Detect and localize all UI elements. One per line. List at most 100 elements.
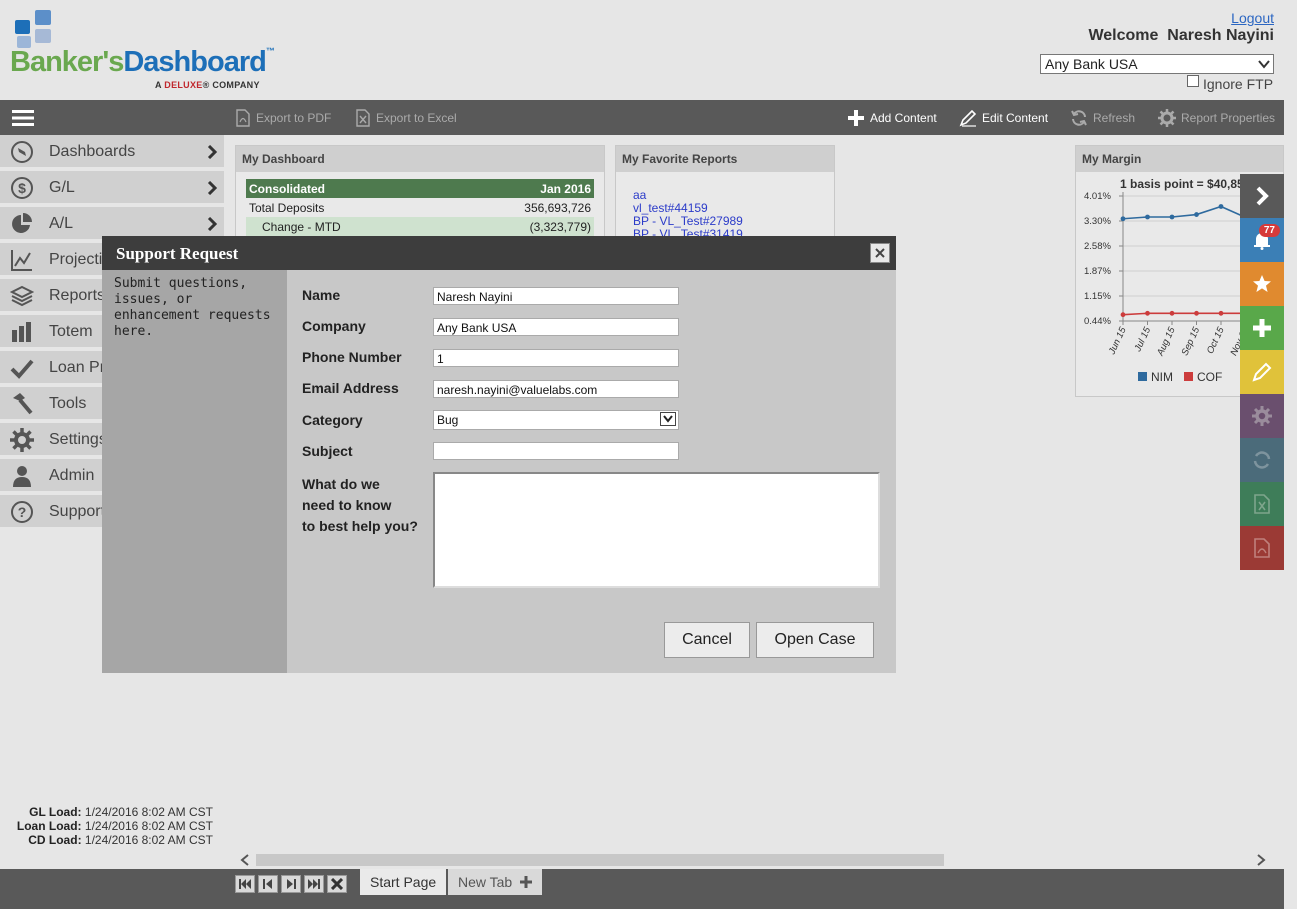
data-point-cof: [1120, 312, 1126, 318]
sidebar-item-label: G/L: [49, 179, 75, 196]
prev-tab-button[interactable]: [258, 875, 278, 893]
last-icon: [308, 879, 320, 889]
data-point-cof: [1218, 310, 1224, 316]
hamburger-menu-icon[interactable]: [12, 110, 34, 126]
add-button[interactable]: [1240, 306, 1284, 350]
export-pdf-button[interactable]: Export to PDF: [235, 100, 331, 135]
logo: Banker'sDashboard™ A DELUXE® COMPANY: [10, 10, 275, 90]
sidebar-item-label: Totem: [49, 323, 93, 340]
panel-title: My Favorite Reports: [616, 146, 834, 172]
pie-icon: [12, 213, 32, 233]
next-tab-button[interactable]: [281, 875, 301, 893]
hammer-icon: [13, 393, 33, 415]
cancel-button[interactable]: Cancel: [664, 622, 750, 658]
company-label: Company: [302, 318, 366, 334]
ignore-ftp-checkbox[interactable]: [1187, 75, 1199, 87]
tab-bar: Start Page New Tab: [0, 869, 1284, 909]
refresh-icon: [1071, 109, 1087, 126]
tab-start-page[interactable]: Start Page: [360, 869, 447, 895]
notifications-button[interactable]: 77: [1240, 218, 1284, 262]
legend-label: NIM: [1151, 370, 1173, 384]
line-chart-icon: [11, 250, 32, 271]
logo-squares-icon: [15, 10, 51, 48]
category-label: Category: [302, 412, 363, 428]
email-field[interactable]: naresh.nayini@valuelabs.com: [433, 380, 679, 398]
x-tick-label: Jun 15: [1106, 325, 1129, 357]
load-status: GL Load: 1/24/2016 8:02 AM CST Loan Load…: [16, 805, 213, 847]
layers-icon: [10, 285, 34, 307]
table-row: Total Deposits 356,693,726: [249, 200, 591, 215]
first-tab-button[interactable]: [235, 875, 255, 893]
y-tick-label: 1.87%: [1084, 266, 1111, 277]
phone-field[interactable]: 1: [433, 349, 679, 367]
close-icon: [875, 248, 885, 258]
legend-label: COF: [1197, 370, 1222, 384]
refresh-button[interactable]: Refresh: [1070, 100, 1135, 135]
last-tab-button[interactable]: [304, 875, 324, 893]
description-textarea[interactable]: [433, 472, 880, 588]
subject-field[interactable]: [433, 442, 679, 460]
check-icon: [10, 359, 34, 379]
scroll-right-icon[interactable]: [1256, 854, 1266, 866]
data-point-nim: [1194, 212, 1199, 217]
plus-icon: [848, 109, 864, 126]
open-case-button[interactable]: Open Case: [756, 622, 874, 658]
x-tick-label: Sep 15: [1180, 325, 1203, 358]
sidebar-item-dashboards[interactable]: Dashboards: [0, 135, 224, 169]
panel-title: My Dashboard: [236, 146, 604, 172]
category-select[interactable]: Bug: [433, 410, 679, 430]
refresh-side-button[interactable]: [1240, 438, 1284, 482]
panel-title: My Margin: [1076, 146, 1283, 172]
logout-link[interactable]: Logout: [1231, 10, 1274, 26]
data-point-nim: [1145, 214, 1150, 220]
scroll-left-icon[interactable]: [240, 854, 250, 866]
dialog-close-button[interactable]: [870, 243, 890, 263]
edit-content-button[interactable]: Edit Content: [959, 100, 1048, 135]
notification-badge: 77: [1258, 224, 1280, 237]
sidebar-item-label: Settings: [49, 431, 107, 448]
company-field[interactable]: Any Bank USA: [433, 318, 679, 336]
horizontal-scrollbar[interactable]: [226, 852, 1284, 868]
add-content-button[interactable]: Add Content: [847, 100, 937, 135]
bars-icon: [12, 322, 31, 342]
favorites-button[interactable]: [1240, 262, 1284, 306]
sidebar-item-gl[interactable]: $ G/L: [0, 171, 224, 205]
collapse-bar-button[interactable]: [1240, 174, 1284, 218]
chevron-right-icon: [207, 145, 218, 159]
export-excel-side-button[interactable]: [1240, 482, 1284, 526]
ignore-ftp-label: Ignore FTP: [1203, 76, 1274, 92]
export-pdf-side-button[interactable]: [1240, 526, 1284, 570]
dialog-form: Name Naresh Nayini Company Any Bank USA …: [287, 270, 896, 673]
tab-new-label: New Tab: [458, 874, 513, 890]
bank-select[interactable]: Any Bank USA: [1040, 54, 1274, 74]
y-tick-label: 3.30%: [1084, 216, 1111, 227]
gear-icon: [1158, 108, 1176, 127]
plus-icon: [1253, 319, 1271, 337]
y-tick-label: 1.15%: [1084, 291, 1111, 302]
close-tab-button[interactable]: [327, 875, 347, 893]
data-point-cof: [1169, 310, 1175, 316]
chart-title: 1 basis point = $40,85: [1120, 177, 1244, 191]
report-properties-button[interactable]: Report Properties: [1158, 100, 1275, 135]
name-label: Name: [302, 287, 341, 303]
sidebar-item-label: A/L: [49, 215, 74, 232]
edit-button[interactable]: [1240, 350, 1284, 394]
prev-icon: [263, 879, 272, 889]
export-excel-button[interactable]: Export to Excel: [355, 100, 457, 135]
series-line-nim: [1122, 205, 1246, 220]
tab-new[interactable]: New Tab: [448, 869, 543, 895]
svg-text:$: $: [18, 180, 26, 196]
legend-swatch: [1184, 372, 1193, 381]
ignore-ftp[interactable]: Ignore FTP: [1187, 75, 1274, 92]
support-request-dialog: Support Request Submit questions, issues…: [102, 236, 896, 673]
y-tick-label: 4.01%: [1084, 191, 1111, 202]
name-field[interactable]: Naresh Nayini: [433, 287, 679, 305]
data-point-nim: [1120, 216, 1126, 222]
right-action-bar: 77: [1240, 174, 1284, 570]
settings-button[interactable]: [1240, 394, 1284, 438]
scroll-thumb[interactable]: [256, 854, 944, 866]
logo-subtitle: A DELUXE® COMPANY: [155, 80, 260, 90]
chevron-down-icon: [660, 412, 676, 426]
refresh-icon: [1253, 451, 1271, 469]
dollar-icon: $: [11, 177, 33, 199]
